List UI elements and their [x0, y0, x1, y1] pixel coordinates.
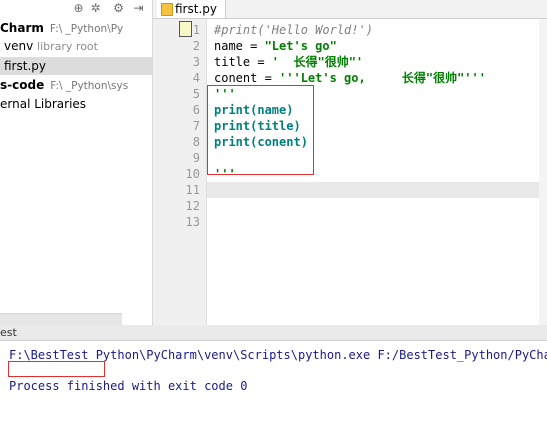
highlight-box-console: [8, 361, 105, 377]
vertical-scrollbar[interactable]: [539, 19, 547, 325]
line-number: 3: [192, 55, 200, 69]
line-number: 9: [192, 151, 200, 165]
run-panel-title: est: [0, 326, 17, 339]
line-number: 8: [192, 135, 200, 149]
tree-item-path: F:\ _Python\sys: [50, 80, 129, 92]
line-number: 10: [185, 167, 200, 181]
line-number: 5: [192, 87, 200, 101]
tree-item-label: first.py: [4, 59, 46, 73]
project-panel: ⊕ ✲ ⚙ ⇥ Charm F:\ _Python\Py venv library…: [0, 0, 153, 325]
tree-item-label: venv: [4, 39, 34, 53]
tree-item-label: ernal Libraries: [0, 97, 87, 111]
hide-icon[interactable]: ⇥: [132, 1, 145, 15]
line-number: 13: [185, 215, 200, 229]
tab-label: first.py: [175, 2, 217, 16]
code-line-3: title = ' 长得"很帅"': [214, 55, 364, 69]
tree-item-sys-code[interactable]: s-code F:\ _Python\sys: [0, 76, 128, 94]
line-number: 1: [192, 23, 200, 37]
tree-item-venv[interactable]: venv library root: [4, 37, 98, 55]
tree-item-first-py[interactable]: first.py: [0, 57, 152, 75]
python-file-icon: [161, 3, 173, 16]
line-number: 6: [192, 103, 200, 117]
console-finish-line: Process finished with exit code 0: [9, 379, 248, 393]
tree-item-sublabel: library root: [37, 40, 98, 53]
code-line-1: #print('Hello World!'): [214, 23, 373, 37]
gear-icon[interactable]: ⚙: [112, 1, 125, 15]
line-number: 2: [192, 39, 200, 53]
tree-item-label: s-code: [0, 78, 45, 92]
editor-tab-bar: first.py: [153, 0, 547, 19]
horizontal-scrollbar[interactable]: [0, 313, 122, 325]
tree-item-external-libraries[interactable]: ernal Libraries: [0, 95, 86, 113]
tree-item-label: Charm: [0, 21, 44, 35]
tab-first-py[interactable]: first.py: [157, 0, 226, 18]
code-line-4: conent = '''Let's go, 长得"很帅"''': [214, 71, 486, 85]
collapse-icon[interactable]: ✲: [89, 1, 102, 15]
line-number: 7: [192, 119, 200, 133]
line-number: 11: [185, 183, 200, 197]
line-number-gutter: 1 2 3 4 5 6 7 8 9 10 11 12 13: [153, 19, 207, 325]
line-number: 4: [192, 71, 200, 85]
tree-item-project-root[interactable]: Charm F:\ _Python\Py: [0, 19, 123, 37]
run-panel-header[interactable]: est: [0, 325, 547, 341]
line-number: 12: [185, 199, 200, 213]
code-line-2: name = "Let's go": [214, 39, 337, 53]
project-toolbar: ⊕ ✲ ⚙ ⇥: [0, 0, 152, 18]
highlight-box-editor: [207, 85, 314, 175]
tree-item-path: F:\ _Python\Py: [49, 23, 124, 35]
target-icon[interactable]: ⊕: [72, 1, 85, 15]
